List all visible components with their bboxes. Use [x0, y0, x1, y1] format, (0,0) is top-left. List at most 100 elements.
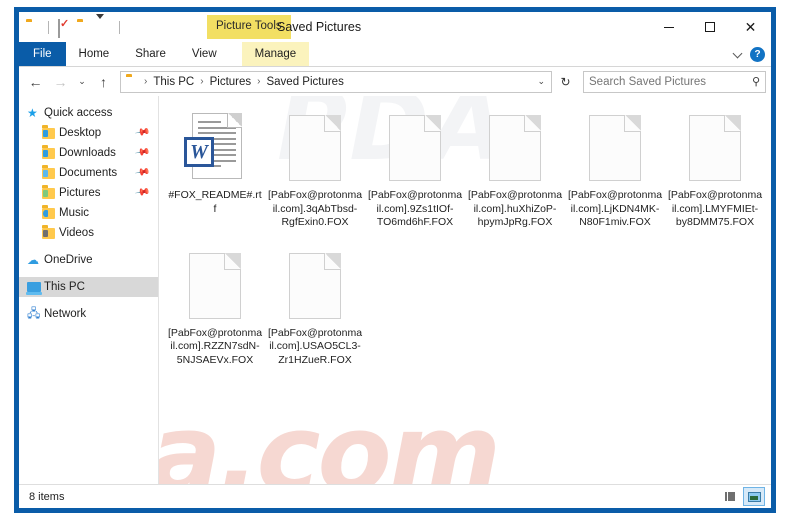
- sidebar-item-music[interactable]: Music: [19, 203, 158, 223]
- watermark-main: rsa.com: [159, 392, 501, 484]
- customize-dropdown-icon[interactable]: [96, 14, 112, 36]
- file-item[interactable]: [PabFox@protonmail.com].USAO5CL3-Zr1HZue…: [265, 246, 365, 374]
- wordpad-badge-icon: W: [184, 137, 214, 167]
- file-name: [PabFox@protonmail.com].9Zs1tIOf-TO6md6h…: [367, 189, 463, 228]
- quick-access-toolbar: [19, 14, 123, 38]
- help-icon[interactable]: ?: [750, 46, 765, 62]
- star-pin-icon: ★: [27, 106, 38, 120]
- toolbar-divider-2: [119, 20, 120, 34]
- file-list-pane[interactable]: PDA rsa.com W: [159, 96, 771, 484]
- file-name: [PabFox@protonmail.com].LjKDN4MK-N80F1mi…: [567, 189, 663, 228]
- tab-share[interactable]: Share: [122, 42, 179, 66]
- file-item[interactable]: W #FOX_README#.rtf: [165, 108, 265, 236]
- file-name: [PabFox@protonmail.com].USAO5CL3-Zr1HZue…: [267, 326, 363, 366]
- folder-documents-icon: [42, 165, 59, 179]
- search-box[interactable]: ⚲: [583, 70, 766, 93]
- tab-view[interactable]: View: [179, 42, 230, 66]
- network-icon: 🖧: [27, 305, 41, 320]
- large-icons-icon: [747, 491, 761, 502]
- sidebar-item-documents[interactable]: Documents 📌: [19, 163, 158, 183]
- desktop-background: Picture Tools Saved Pictures ✕ File Home…: [0, 0, 790, 520]
- navigation-pane: ★ Quick access Desktop 📌 Downloads 📌 Doc…: [19, 96, 159, 484]
- file-item[interactable]: [PabFox@protonmail.com].LjKDN4MK-N80F1mi…: [565, 108, 665, 236]
- sidebar-item-network[interactable]: 🖧 Network: [19, 304, 158, 324]
- file-name: [PabFox@protonmail.com].3qAbTbsd-RgfExin…: [267, 189, 363, 228]
- sidebar-label-quick-access: Quick access: [44, 107, 113, 119]
- search-input[interactable]: [589, 75, 752, 88]
- toolbar-divider: [48, 20, 49, 34]
- sidebar-label-documents: Documents: [59, 167, 118, 179]
- breadcrumb-item-saved-pictures[interactable]: Saved Pictures: [263, 74, 346, 90]
- sidebar-item-quick-access[interactable]: ★ Quick access: [19, 103, 158, 123]
- sidebar-label-music: Music: [59, 207, 90, 219]
- breadcrumb[interactable]: › This PC › Pictures › Saved Pictures ⌄: [120, 70, 552, 93]
- status-bar: 8 items: [19, 484, 771, 508]
- sidebar-label-desktop: Desktop: [59, 127, 102, 139]
- forward-button[interactable]: →: [49, 71, 72, 93]
- sidebar-item-this-pc[interactable]: This PC: [19, 277, 158, 297]
- tab-manage[interactable]: Manage: [241, 42, 310, 66]
- sidebar-label-downloads: Downloads: [59, 147, 116, 159]
- back-button[interactable]: ←: [24, 71, 47, 93]
- sidebar-label-this-pc: This PC: [44, 281, 85, 293]
- rtf-document-icon: W: [177, 110, 253, 186]
- pin-icon-documents[interactable]: 📌: [134, 164, 151, 180]
- sidebar-item-onedrive[interactable]: ☁ OneDrive: [19, 250, 158, 270]
- blank-file-icon: [177, 248, 253, 324]
- folder-icon[interactable]: [25, 19, 41, 35]
- explorer-body: ★ Quick access Desktop 📌 Downloads 📌 Doc…: [19, 96, 771, 484]
- breadcrumb-item-pictures[interactable]: Pictures: [207, 74, 255, 90]
- tab-home[interactable]: Home: [66, 42, 123, 66]
- cloud-icon: ☁: [27, 253, 39, 267]
- blank-file-icon: [377, 110, 453, 186]
- breadcrumb-separator-2: ›: [257, 76, 261, 87]
- details-view-button[interactable]: [719, 487, 741, 506]
- window-controls: ✕: [648, 12, 771, 42]
- new-folder-icon[interactable]: [76, 19, 92, 35]
- file-item[interactable]: [PabFox@protonmail.com].huXhiZoP-hpymJpR…: [465, 108, 565, 236]
- folder-desktop-icon: [42, 125, 59, 139]
- file-item[interactable]: [PabFox@protonmail.com].9Zs1tIOf-TO6md6h…: [365, 108, 465, 236]
- close-button[interactable]: ✕: [730, 12, 771, 42]
- sidebar-item-desktop[interactable]: Desktop 📌: [19, 123, 158, 143]
- file-name: [PabFox@protonmail.com].huXhiZoP-hpymJpR…: [467, 189, 563, 228]
- address-history-chevron-icon[interactable]: ⌄: [537, 76, 545, 87]
- sidebar-item-downloads[interactable]: Downloads 📌: [19, 143, 158, 163]
- breadcrumb-separator-0: ›: [144, 76, 148, 87]
- expand-ribbon-chevron-icon[interactable]: [734, 50, 743, 59]
- sidebar-item-videos[interactable]: Videos: [19, 223, 158, 243]
- blank-file-icon: [277, 110, 353, 186]
- maximize-button[interactable]: [689, 12, 730, 42]
- tab-file[interactable]: File: [19, 42, 66, 66]
- file-item[interactable]: [PabFox@protonmail.com].RZZN7sdN-5NJSAEV…: [165, 246, 265, 374]
- pin-icon-desktop[interactable]: 📌: [134, 124, 151, 140]
- blank-file-icon: [677, 110, 753, 186]
- close-icon: ✕: [744, 19, 757, 35]
- window-title: Saved Pictures: [277, 20, 362, 34]
- blank-file-icon: [477, 110, 553, 186]
- file-item[interactable]: [PabFox@protonmail.com].3qAbTbsd-RgfExin…: [265, 108, 365, 236]
- breadcrumb-item-this-pc[interactable]: This PC: [150, 74, 197, 90]
- ribbon-tab-bar: File Home Share View Manage ?: [19, 42, 771, 66]
- view-toggle-group: [719, 487, 765, 506]
- recent-locations-button[interactable]: ⌄: [74, 71, 90, 93]
- search-icon[interactable]: ⚲: [752, 75, 760, 88]
- file-item[interactable]: [PabFox@protonmail.com].LMYFMIEt-by8DMM7…: [665, 108, 765, 236]
- sidebar-label-pictures: Pictures: [59, 187, 101, 199]
- folder-downloads-icon: [42, 145, 59, 159]
- blank-file-icon: [577, 110, 653, 186]
- item-count-label: 8 items: [29, 490, 65, 503]
- title-bar: Picture Tools Saved Pictures ✕: [19, 12, 771, 42]
- breadcrumb-separator-1: ›: [200, 76, 204, 87]
- large-icons-view-button[interactable]: [743, 487, 765, 506]
- pin-icon-downloads[interactable]: 📌: [134, 144, 151, 160]
- sidebar-item-pictures[interactable]: Pictures 📌: [19, 183, 158, 203]
- refresh-button[interactable]: ↻: [554, 71, 577, 93]
- pin-icon-pictures[interactable]: 📌: [134, 184, 151, 200]
- up-button[interactable]: ↑: [92, 71, 115, 93]
- folder-videos-icon: [42, 225, 59, 239]
- computer-icon: [26, 282, 44, 295]
- refresh-icon: ↻: [560, 74, 571, 89]
- properties-icon[interactable]: [56, 19, 72, 38]
- minimize-button[interactable]: [648, 12, 689, 42]
